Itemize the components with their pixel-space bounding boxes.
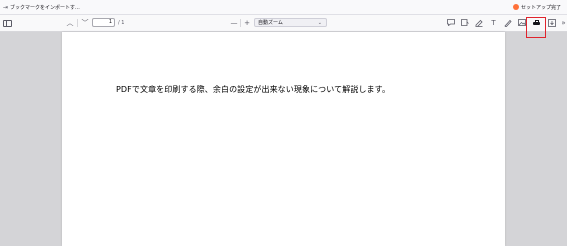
highlight-button[interactable] bbox=[473, 17, 484, 28]
highlight-pen-icon bbox=[475, 19, 483, 27]
stamp-icon bbox=[460, 19, 469, 26]
toolbar-divider bbox=[77, 19, 78, 27]
import-icon: ⇥ bbox=[3, 3, 9, 11]
firefox-icon bbox=[512, 4, 519, 10]
zoom-out-icon: — bbox=[230, 19, 238, 27]
text-icon: T bbox=[491, 18, 496, 27]
bookmarks-bar: ⇥ ブックマークをインポートす... セットアップ完了 bbox=[0, 0, 567, 15]
pdf-page: PDFで文章を印刷する際、余白の設定が出来ない現象について解説します。 bbox=[62, 32, 505, 246]
print-button-highlight bbox=[526, 17, 546, 38]
save-icon bbox=[547, 18, 556, 27]
zoom-in-icon: + bbox=[244, 19, 250, 27]
page-number-input[interactable]: 1 bbox=[92, 18, 115, 27]
zoom-in-button[interactable]: + bbox=[242, 15, 252, 31]
chevron-down-icon: ⌄ bbox=[317, 20, 322, 26]
chevron-down-icon: ﹀ bbox=[81, 19, 89, 27]
setup-complete-link[interactable]: セットアップ完了 bbox=[512, 0, 561, 14]
more-tools-button[interactable]: » bbox=[558, 17, 567, 28]
import-bookmarks-link[interactable]: ⇥ ブックマークをインポートす... bbox=[0, 4, 80, 11]
zoom-out-button[interactable]: — bbox=[229, 15, 239, 31]
more-tools-icon: » bbox=[561, 18, 566, 27]
chevron-up-icon: ︿ bbox=[66, 19, 74, 27]
comment-icon bbox=[446, 19, 455, 26]
image-icon bbox=[517, 19, 526, 26]
zoom-value: 自動ズーム bbox=[258, 20, 283, 26]
previous-page-button[interactable]: ︿ bbox=[64, 15, 76, 31]
page-total-label: / 1 bbox=[118, 20, 125, 26]
import-bookmarks-label: ブックマークをインポートす... bbox=[10, 4, 80, 11]
stamp-button[interactable] bbox=[459, 17, 470, 28]
draw-button[interactable] bbox=[502, 17, 513, 28]
document-text: PDFで文章を印刷する際、余白の設定が出来ない現象について解説します。 bbox=[116, 85, 391, 94]
save-button[interactable] bbox=[546, 17, 557, 28]
sidebar-toggle-button[interactable] bbox=[1, 15, 13, 31]
zoom-divider bbox=[240, 19, 241, 27]
zoom-select[interactable]: 自動ズーム ⌄ bbox=[254, 18, 327, 27]
ink-icon bbox=[503, 19, 512, 27]
pdf-toolbar: ︿ ﹀ 1 / 1 — + 自動ズーム ⌄ T » bbox=[0, 15, 567, 32]
next-page-button[interactable]: ﹀ bbox=[79, 15, 91, 31]
comment-button[interactable] bbox=[445, 17, 456, 28]
sidebar-icon bbox=[2, 19, 12, 27]
text-button[interactable]: T bbox=[488, 17, 499, 28]
setup-complete-label: セットアップ完了 bbox=[520, 4, 561, 11]
